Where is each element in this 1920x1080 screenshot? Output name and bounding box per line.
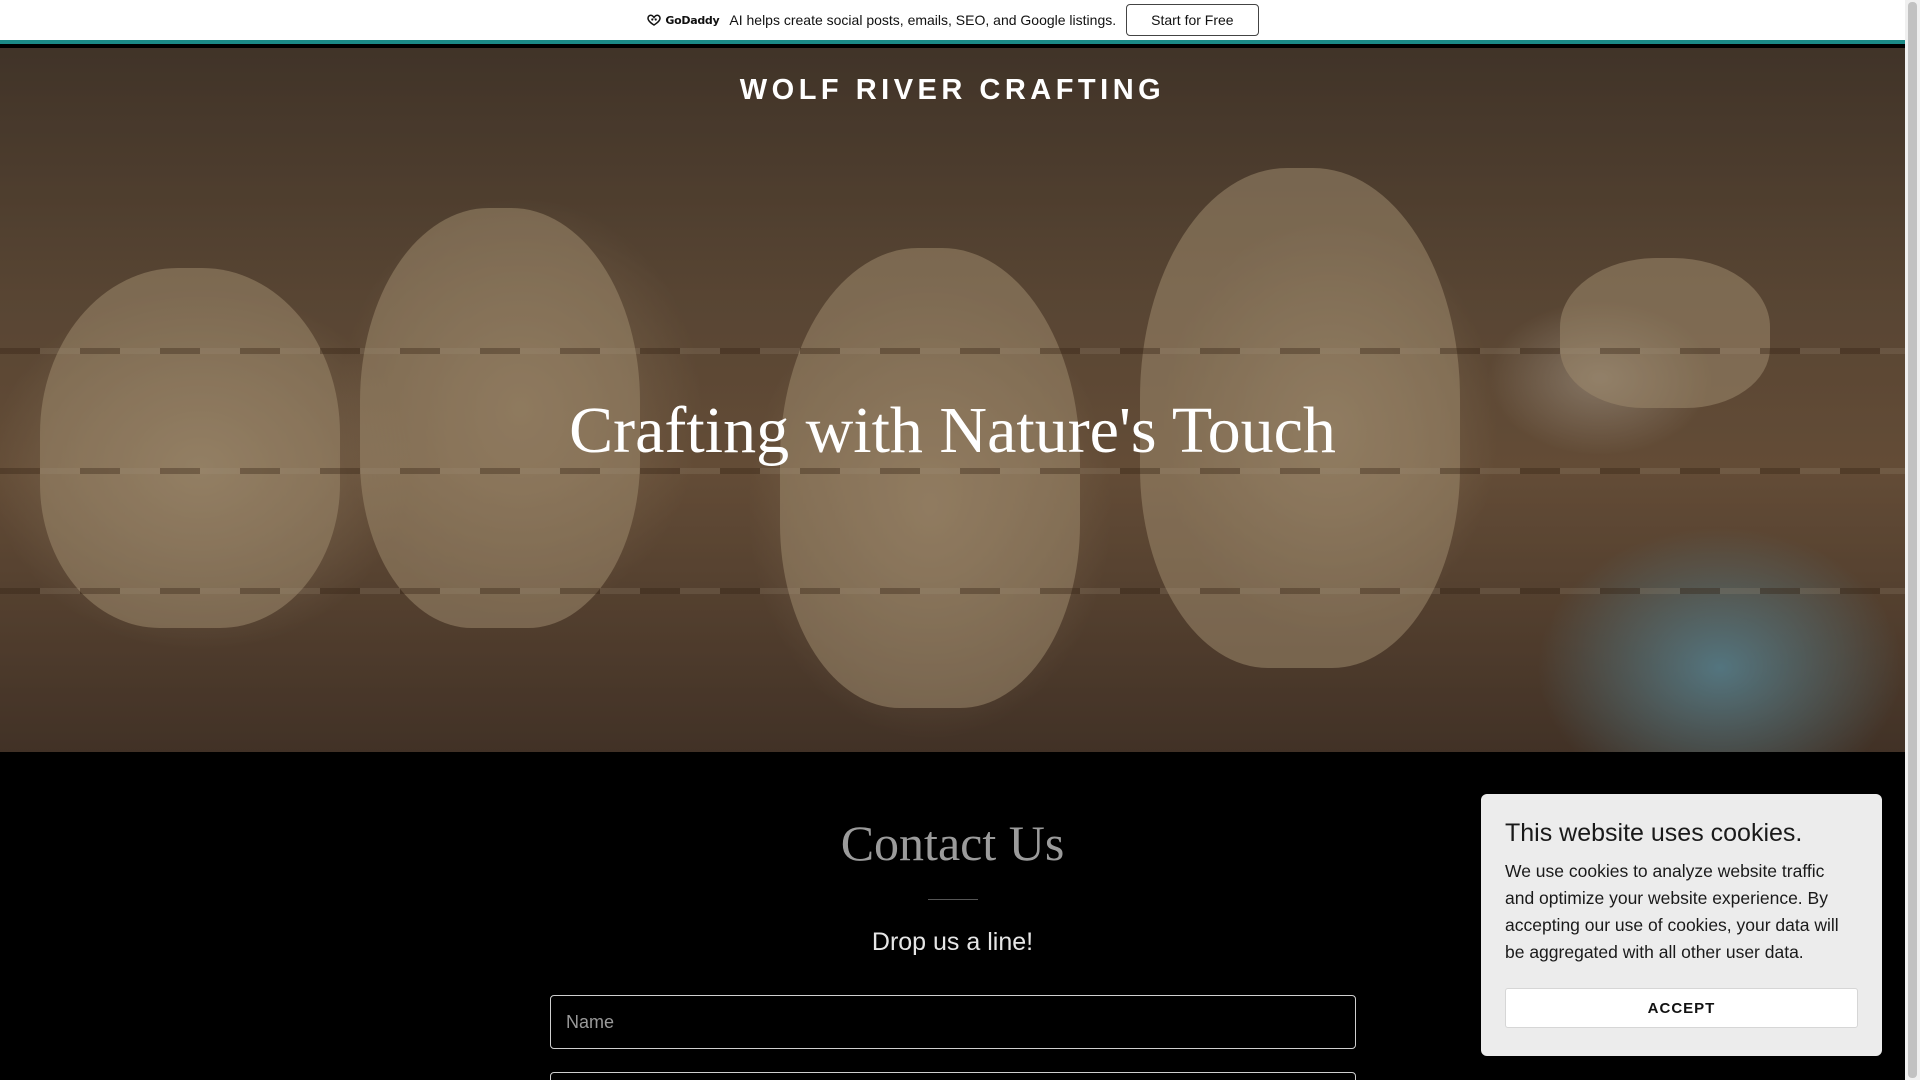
hero-image-texture (0, 468, 1905, 474)
name-field[interactable] (550, 995, 1356, 1049)
email-field[interactable] (550, 1072, 1356, 1080)
cookie-banner: This website uses cookies. We use cookie… (1481, 794, 1882, 1056)
hero-image-texture (0, 348, 1905, 354)
section-divider (928, 899, 978, 900)
godaddy-logo-text: GoDaddy (665, 13, 720, 27)
hero-image-texture (0, 588, 1905, 594)
cookie-title: This website uses cookies. (1505, 819, 1803, 847)
promo-banner: GoDaddy AI helps create social posts, em… (0, 0, 1905, 44)
accept-cookies-button[interactable]: ACCEPT (1505, 988, 1858, 1028)
promo-message: AI helps create social posts, emails, SE… (729, 12, 1117, 28)
page-scrollbar[interactable] (1905, 0, 1920, 1080)
start-for-free-button[interactable]: Start for Free (1126, 4, 1259, 36)
hero-section: WOLF RIVER CRAFTING Crafting with Nature… (0, 48, 1905, 752)
godaddy-logo[interactable]: GoDaddy (646, 13, 720, 27)
godaddy-icon (647, 14, 662, 26)
site-title[interactable]: WOLF RIVER CRAFTING (0, 74, 1905, 107)
hero-headline: Crafting with Nature's Touch (569, 394, 1336, 467)
scrollbar-thumb[interactable] (1908, 2, 1917, 1078)
cookie-body: We use cookies to analyze website traffi… (1505, 861, 1839, 962)
hero-image-ornament (780, 248, 1080, 708)
hero-image-ornament (1560, 258, 1770, 408)
